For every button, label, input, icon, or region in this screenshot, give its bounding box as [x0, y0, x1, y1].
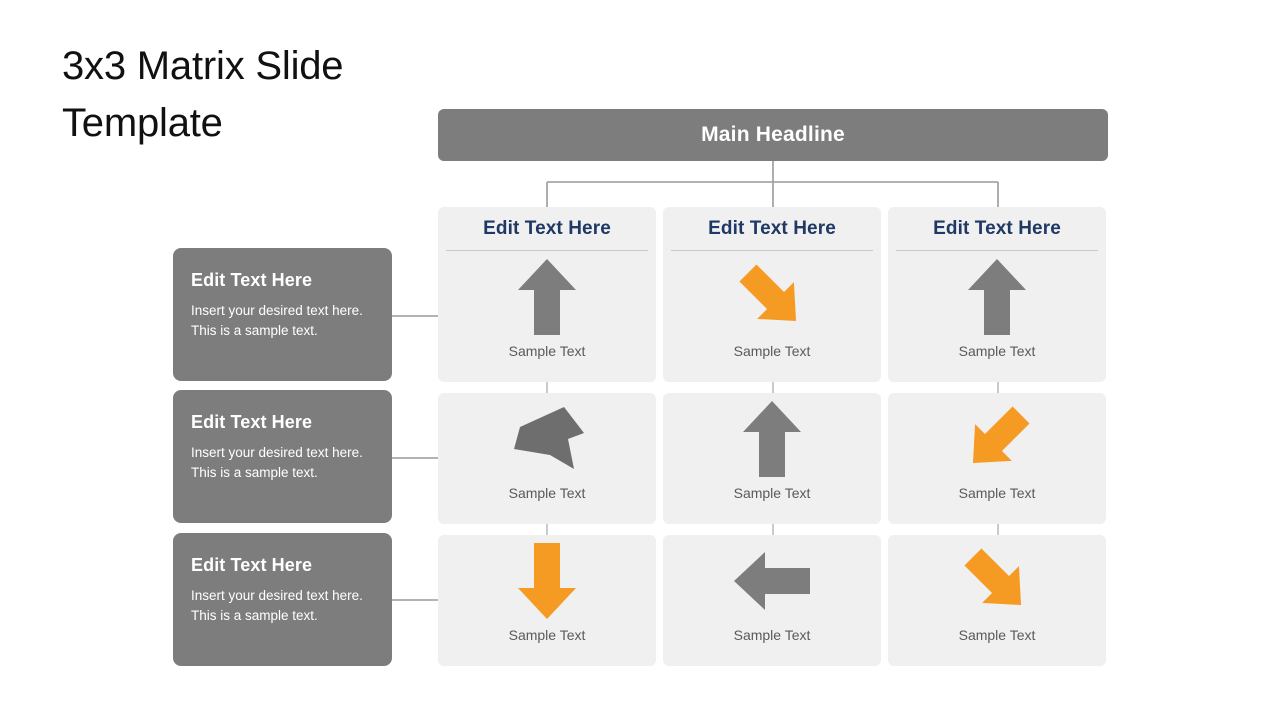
column-header-1[interactable]: Edit Text Here: [438, 207, 656, 251]
main-headline-bar[interactable]: Main Headline: [438, 109, 1108, 161]
matrix-cell-r3c2[interactable]: Sample Text: [663, 535, 881, 666]
column-header-label: Edit Text Here: [933, 218, 1061, 239]
arrow-down-right-diagonal-icon: [663, 251, 881, 343]
matrix-cell-label: Sample Text: [508, 343, 586, 359]
matrix-cell-label: Sample Text: [733, 627, 811, 643]
page-title: 3x3 Matrix Slide Template: [62, 44, 344, 145]
arrow-up-icon: [438, 251, 656, 343]
arrow-up-icon: [888, 251, 1106, 343]
matrix-cell-label: Sample Text: [508, 627, 586, 643]
arrow-down-right-diagonal-icon: [888, 535, 1106, 627]
info-box-body: Insert your desired text here. This is a…: [191, 445, 363, 480]
info-box-1[interactable]: Edit Text Here Insert your desired text …: [173, 248, 392, 381]
arrow-left-icon: [663, 535, 881, 627]
matrix-cell-r3c3[interactable]: Sample Text: [888, 535, 1106, 666]
matrix-cell-label: Sample Text: [958, 485, 1036, 501]
matrix-cell-label: Sample Text: [508, 485, 586, 501]
matrix-cell-label: Sample Text: [958, 627, 1036, 643]
column-header-label: Edit Text Here: [483, 218, 611, 239]
info-box-title: Edit Text Here: [191, 555, 313, 575]
arrow-down-icon: [438, 535, 656, 627]
matrix-cell-r1c1[interactable]: Sample Text: [438, 251, 656, 382]
matrix-cell-r1c3[interactable]: Sample Text: [888, 251, 1106, 382]
info-box-body: Insert your desired text here. This is a…: [191, 303, 363, 338]
matrix-cell-r2c2[interactable]: Sample Text: [663, 393, 881, 524]
matrix-cell-label: Sample Text: [733, 343, 811, 359]
column-header-label: Edit Text Here: [708, 218, 836, 239]
info-box-title: Edit Text Here: [191, 270, 313, 290]
arrow-up-icon: [663, 393, 881, 485]
matrix-cell-label: Sample Text: [958, 343, 1036, 359]
matrix-cell-r3c1[interactable]: Sample Text: [438, 535, 656, 666]
main-headline-label: Main Headline: [701, 123, 845, 146]
info-box-2[interactable]: Edit Text Here Insert your desired text …: [173, 390, 392, 523]
arrow-down-left-diagonal-icon: [888, 393, 1106, 485]
arrow-swept-up-right-icon: [438, 393, 656, 485]
matrix-cell-r2c1[interactable]: Sample Text: [438, 393, 656, 524]
info-box-title: Edit Text Here: [191, 412, 313, 432]
column-header-2[interactable]: Edit Text Here: [663, 207, 881, 251]
info-box-3[interactable]: Edit Text Here Insert your desired text …: [173, 533, 392, 666]
matrix-cell-r2c3[interactable]: Sample Text: [888, 393, 1106, 524]
column-header-3[interactable]: Edit Text Here: [888, 207, 1106, 251]
matrix-cell-label: Sample Text: [733, 485, 811, 501]
matrix-cell-r1c2[interactable]: Sample Text: [663, 251, 881, 382]
info-box-body: Insert your desired text here. This is a…: [191, 588, 363, 623]
